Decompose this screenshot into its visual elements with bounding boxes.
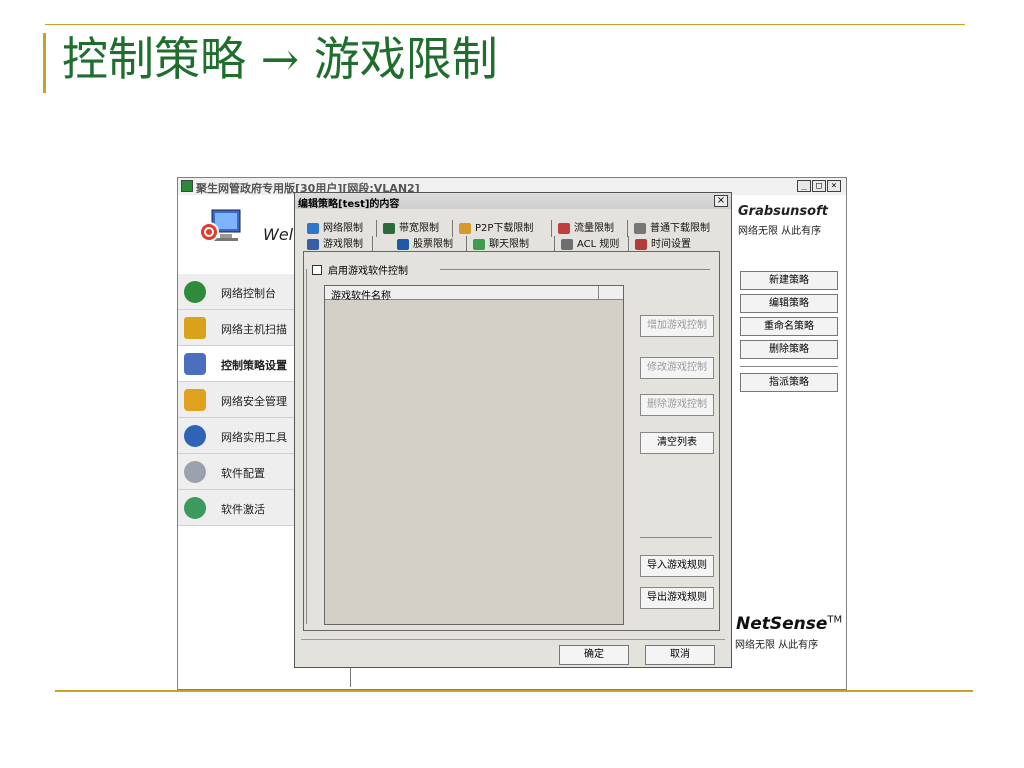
divider (301, 639, 725, 640)
netsense-name: NetSense (736, 614, 828, 634)
maximize-button[interactable]: □ (812, 180, 826, 192)
key-icon (184, 353, 206, 375)
enable-game-control-label: 启用游戏软件控制 (328, 266, 408, 277)
group-border (440, 269, 710, 270)
cancel-button[interactable]: 取消 (645, 645, 715, 665)
nav-item-config[interactable]: 软件配置 (178, 454, 296, 490)
tab-traffic-limit[interactable]: 流量限制 (556, 220, 628, 237)
tab-p2p-limit[interactable]: P2P下载限制 (457, 220, 552, 237)
tab-label: 游戏限制 (323, 239, 363, 250)
tab-network-limit[interactable]: 网络限制 (305, 220, 377, 237)
nav-item-security[interactable]: 网络安全管理 (178, 382, 296, 418)
minimize-button[interactable]: _ (797, 180, 811, 192)
globe-icon (184, 281, 206, 303)
modify-game-control-button[interactable]: 修改游戏控制 (640, 357, 714, 379)
tab-label: 时间设置 (651, 239, 691, 250)
nav-item-label: 软件激活 (221, 503, 265, 516)
close-button[interactable]: × (827, 180, 841, 192)
app-logo-icon (181, 180, 193, 192)
tab-label: 带宽限制 (399, 223, 439, 234)
lock-icon (184, 389, 206, 411)
assign-policy-button[interactable]: 指派策略 (740, 373, 838, 392)
bandwidth-icon (383, 223, 395, 234)
nav-item-label: 控制策略设置 (221, 359, 287, 372)
slide-title: 控制策略 → 游戏限制 (62, 32, 498, 86)
wrench-icon (184, 461, 206, 483)
slide-bottom-rule (55, 690, 973, 692)
delete-policy-button[interactable]: 删除策略 (740, 340, 838, 359)
left-nav: 网络控制台 网络主机扫描 控制策略设置 网络安全管理 网络实用工具 软件配置 软… (178, 266, 296, 536)
add-game-control-button[interactable]: 增加游戏控制 (640, 315, 714, 337)
brand-slogan: 网络无限 从此有序 (738, 226, 822, 237)
tab-label: ACL 规则 (577, 239, 620, 250)
monitor-icon (199, 209, 241, 242)
tools-icon (184, 425, 206, 447)
edit-policy-button[interactable]: 编辑策略 (740, 294, 838, 313)
tab-download-limit[interactable]: 普通下载限制 (632, 220, 724, 237)
game-limit-panel: 启用游戏软件控制 游戏软件名称 增加游戏控制 修改游戏控制 删除游戏控制 清空列… (303, 251, 720, 631)
brand-name: Grabsunsoft (738, 204, 828, 219)
trademark: TM (827, 614, 843, 626)
welcome-text: Wel (263, 225, 294, 244)
dialog-titlebar[interactable]: 编辑策略[test]的内容 × (295, 193, 731, 210)
divider (640, 537, 712, 538)
edit-policy-dialog: 编辑策略[test]的内容 × 网络限制 带宽限制 P2P下载限制 流量限制 普… (294, 192, 732, 668)
chart-icon (558, 223, 570, 234)
brand-header: Grabsunsoft 网络无限 从此有序 (738, 204, 846, 237)
acl-icon (561, 239, 573, 250)
game-software-list[interactable]: 游戏软件名称 (324, 285, 624, 625)
computer-scan-icon (184, 317, 206, 339)
nav-item-network-console[interactable]: 网络控制台 (178, 274, 296, 310)
nav-item-host-scan[interactable]: 网络主机扫描 (178, 310, 296, 346)
ok-button[interactable]: 确定 (559, 645, 629, 665)
nav-item-label: 软件配置 (221, 467, 265, 480)
new-policy-button[interactable]: 新建策略 (740, 271, 838, 290)
nav-item-label: 网络实用工具 (221, 431, 287, 444)
delete-game-control-button[interactable]: 删除游戏控制 (640, 394, 714, 416)
nav-item-label: 网络控制台 (221, 287, 276, 300)
column-header-game-name[interactable]: 游戏软件名称 (331, 287, 391, 302)
welcome-header: Wel (178, 196, 298, 274)
clear-list-button[interactable]: 清空列表 (640, 432, 714, 454)
ie-icon (307, 223, 319, 234)
stock-icon (397, 239, 409, 250)
dialog-title: 编辑策略[test]的内容 (298, 199, 400, 210)
divider (350, 667, 351, 687)
group-border (306, 269, 307, 624)
import-game-rules-button[interactable]: 导入游戏规则 (640, 555, 714, 577)
export-game-rules-button[interactable]: 导出游戏规则 (640, 587, 714, 609)
column-separator[interactable] (598, 286, 599, 300)
nav-item-activate[interactable]: 软件激活 (178, 490, 296, 526)
nav-item-label: 网络安全管理 (221, 395, 287, 408)
download-icon (634, 223, 646, 234)
divider (740, 366, 838, 367)
enable-game-control-checkbox[interactable] (312, 265, 322, 275)
netsense-logo: NetSenseTM (736, 614, 842, 634)
netsense-slogan: 网络无限 从此有序 (735, 640, 819, 651)
tab-label: 普通下载限制 (650, 223, 710, 234)
nav-item-tools[interactable]: 网络实用工具 (178, 418, 296, 454)
rename-policy-button[interactable]: 重命名策略 (740, 317, 838, 336)
slide-title-accent (43, 33, 46, 93)
tab-bandwidth-limit[interactable]: 带宽限制 (381, 220, 453, 237)
game-icon (307, 239, 319, 250)
dialog-close-button[interactable]: × (714, 195, 728, 207)
list-header: 游戏软件名称 (325, 286, 623, 302)
p2p-icon (459, 223, 471, 234)
tab-label: 聊天限制 (489, 239, 529, 250)
nav-item-policy-settings[interactable]: 控制策略设置 (178, 346, 296, 382)
chat-icon (473, 239, 485, 250)
nav-item-label: 网络主机扫描 (221, 323, 287, 336)
activate-icon (184, 497, 206, 519)
tab-label: 网络限制 (323, 223, 363, 234)
tab-label: 流量限制 (574, 223, 614, 234)
tab-label: P2P下载限制 (475, 223, 534, 234)
slide-top-rule (45, 24, 965, 25)
tab-label: 股票限制 (413, 239, 453, 250)
clock-icon (635, 239, 647, 250)
